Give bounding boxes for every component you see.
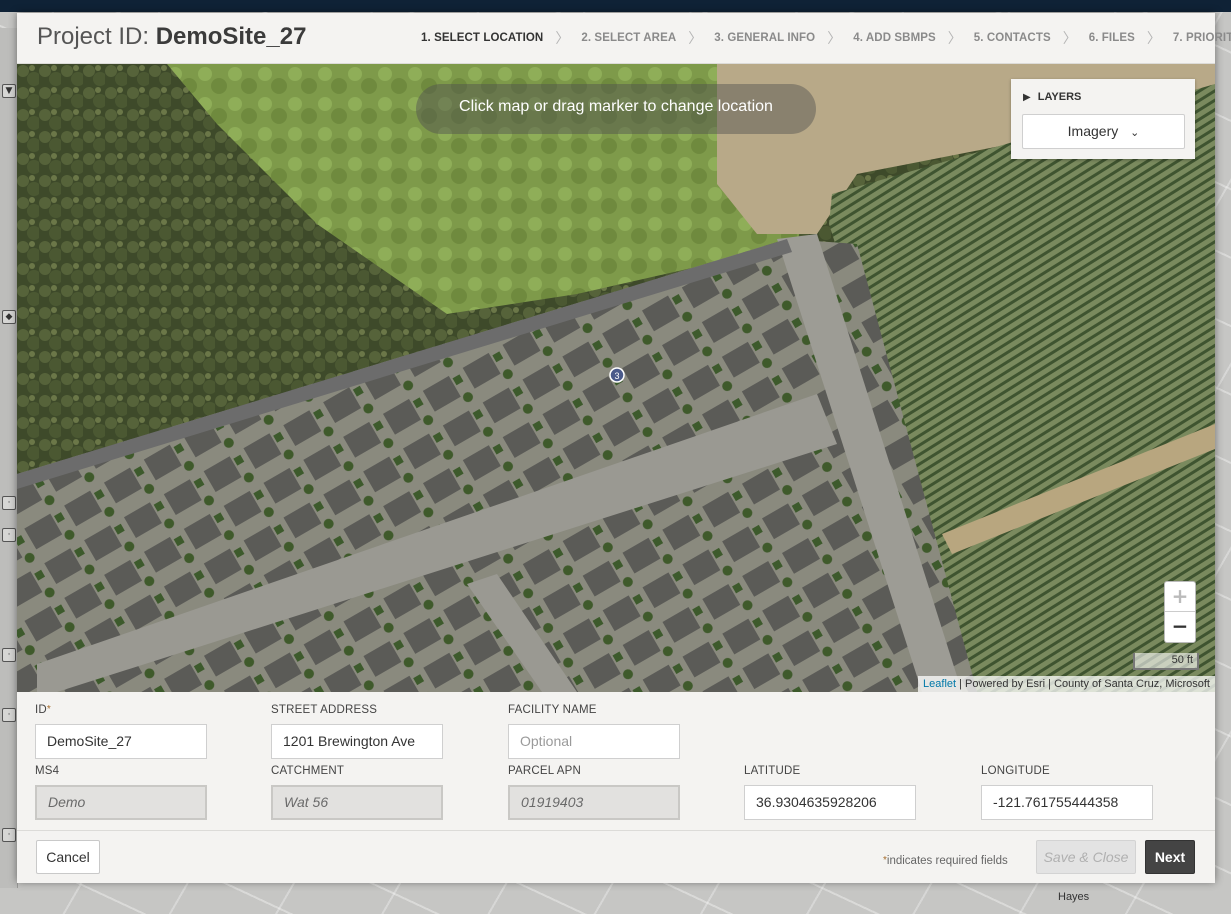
latitude-field-group: LATITUDE 36.9304635928206	[744, 765, 916, 820]
modal-footer: Cancel *indicates required fields Save &…	[17, 830, 1215, 883]
id-input[interactable]: DemoSite_27	[35, 724, 207, 759]
step-priority[interactable]: 7. PRIORITY	[1173, 32, 1231, 44]
chevron-right-icon: 〉	[555, 31, 570, 47]
zoom-in-button[interactable]: +	[1165, 582, 1195, 612]
save-close-button[interactable]: Save & Close	[1036, 840, 1136, 874]
filter-icon: ▼	[2, 84, 16, 98]
id-field-group: ID* DemoSite_27	[35, 704, 207, 759]
latitude-label: LATITUDE	[744, 765, 801, 777]
ms4-field-group: MS4 Demo	[35, 765, 207, 820]
zoom-control: + −	[1164, 581, 1196, 643]
chevron-right-icon: 〉	[947, 31, 962, 47]
modal-header: Project ID: DemoSite_27 1. SELECT LOCATI…	[17, 13, 1231, 64]
list-marker-icon: ·	[2, 528, 16, 542]
leaflet-link[interactable]: Leaflet	[923, 678, 956, 690]
parcel-apn-label: PARCEL APN	[508, 765, 581, 777]
catchment-label: CATCHMENT	[271, 765, 345, 777]
cancel-button[interactable]: Cancel	[36, 840, 100, 874]
project-location-modal: Project ID: DemoSite_27 1. SELECT LOCATI…	[17, 13, 1231, 883]
next-button[interactable]: Next	[1145, 840, 1195, 874]
chevron-right-icon: 〉	[1146, 31, 1161, 47]
ms4-label: MS4	[35, 765, 60, 777]
longitude-label: LONGITUDE	[981, 765, 1050, 777]
ms4-field: Demo	[35, 785, 207, 820]
step-files[interactable]: 6. FILES	[1089, 32, 1135, 44]
location-form: ID* DemoSite_27 STREET ADDRESS 1201 Brew…	[17, 693, 1215, 829]
map-instruction-banner: Click map or drag marker to change locat…	[416, 84, 816, 134]
chevron-right-icon: 〉	[827, 31, 842, 47]
location-marker-label: 3	[614, 371, 619, 381]
catchment-field-group: CATCHMENT Wat 56	[271, 765, 443, 820]
step-contacts[interactable]: 5. CONTACTS	[974, 32, 1051, 44]
step-select-location[interactable]: 1. SELECT LOCATION	[421, 32, 543, 44]
list-marker-icon: ·	[2, 648, 16, 662]
facility-name-input[interactable]: Optional	[508, 724, 680, 759]
catchment-field: Wat 56	[271, 785, 443, 820]
latitude-input[interactable]: 36.9304635928206	[744, 785, 916, 820]
id-label: ID*	[35, 704, 51, 716]
title-prefix: Project ID:	[37, 23, 156, 50]
triangle-right-icon: ▶	[1023, 92, 1031, 103]
step-general-info[interactable]: 3. GENERAL INFO	[714, 32, 815, 44]
scale-bar: 50 ft	[1133, 653, 1199, 670]
chevron-down-icon: ⌄	[1130, 126, 1140, 139]
layers-control: ▶ LAYERS Imagery ⌄	[1011, 79, 1195, 159]
list-marker-icon: ·	[2, 828, 16, 842]
required-fields-note: *indicates required fields	[883, 855, 1008, 867]
street-address-input[interactable]: 1201 Brewington Ave	[271, 724, 443, 759]
basemap-selected-value: Imagery	[1067, 123, 1119, 139]
longitude-input[interactable]: -121.761755444358	[981, 785, 1153, 820]
layers-title-label: LAYERS	[1037, 91, 1082, 103]
app-top-bar	[0, 0, 1231, 12]
street-address-label: STREET ADDRESS	[271, 704, 378, 716]
list-marker-icon: ·	[2, 496, 16, 510]
street-address-field-group: STREET ADDRESS 1201 Brewington Ave	[271, 704, 443, 759]
step-add-sbmps[interactable]: 4. ADD SBMPS	[853, 32, 936, 44]
map-attribution: Leaflet | Powered by Esri | County of Sa…	[918, 676, 1215, 692]
longitude-field-group: LONGITUDE -121.761755444358	[981, 765, 1153, 820]
background-list-panel: ▼ ◆ · · · · ·	[0, 28, 18, 888]
layers-toggle[interactable]: ▶ LAYERS	[1023, 91, 1081, 103]
chevron-right-icon: 〉	[1062, 31, 1077, 47]
facility-name-field-group: FACILITY NAME Optional	[508, 704, 680, 759]
parcel-apn-field-group: PARCEL APN 01919403	[508, 765, 680, 820]
facility-name-label: FACILITY NAME	[508, 704, 597, 716]
attribution-text: | Powered by Esri | County of Santa Cruz…	[956, 678, 1210, 690]
background-street-label: Hayes	[1058, 891, 1090, 903]
project-id-title: DemoSite_27	[155, 23, 307, 50]
chevron-right-icon: 〉	[688, 31, 703, 47]
wizard-steps: 1. SELECT LOCATION 〉 2. SELECT AREA 〉 3.…	[421, 13, 1231, 63]
parcel-apn-field: 01919403	[508, 785, 680, 820]
zoom-out-button[interactable]: −	[1165, 612, 1195, 642]
location-map[interactable]: 3 Click map or drag marker to change loc…	[17, 64, 1215, 692]
page-title: Project ID: DemoSite_27	[37, 23, 306, 51]
list-marker-icon: ·	[2, 708, 16, 722]
basemap-select[interactable]: Imagery ⌄	[1022, 114, 1185, 149]
step-select-area[interactable]: 2. SELECT AREA	[581, 32, 676, 44]
list-marker-icon: ◆	[2, 310, 16, 324]
